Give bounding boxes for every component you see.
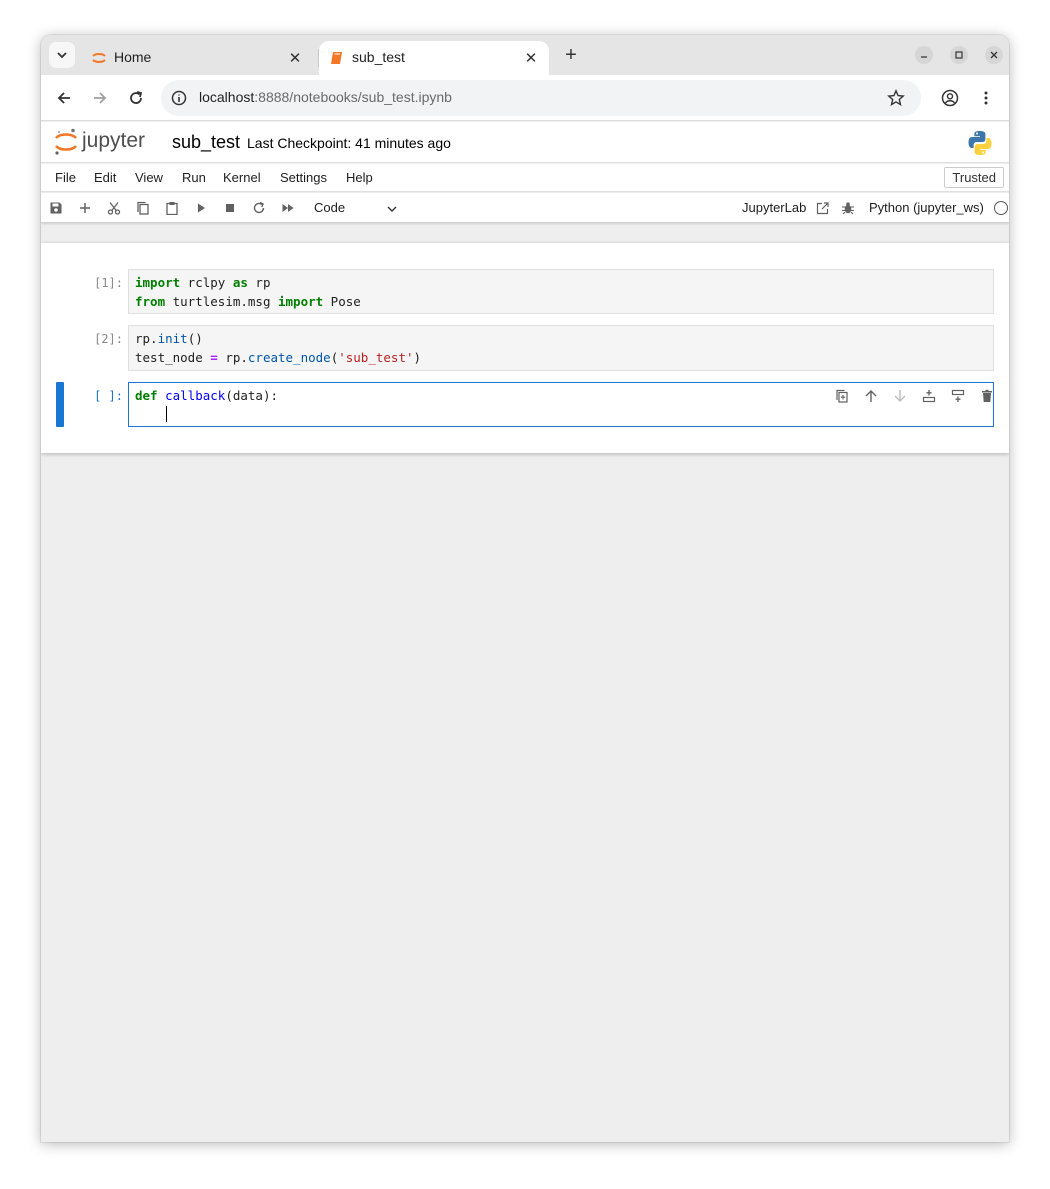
jupyter-logo[interactable]: jupyter — [53, 127, 163, 157]
arrow-up-icon — [865, 390, 877, 402]
address-bar[interactable]: localhost:8888/notebooks/sub_test.ipynb — [161, 80, 921, 116]
cell-prompt: [ ]: — [94, 389, 123, 403]
insert-above-button[interactable] — [921, 388, 937, 404]
insert-cell-button[interactable] — [77, 200, 93, 216]
tab-search-button[interactable] — [49, 42, 75, 68]
jupyterlab-link[interactable]: JupyterLab — [742, 200, 806, 215]
paste-icon — [166, 202, 178, 215]
tab-home[interactable]: Home ✕ — [81, 41, 313, 75]
stop-icon — [226, 204, 234, 212]
copy-button[interactable] — [135, 200, 151, 216]
duplicate-icon — [836, 389, 848, 403]
trash-icon — [982, 389, 992, 402]
url-text: localhost:8888/notebooks/sub_test.ipynb — [199, 89, 452, 105]
notebook-title[interactable]: sub_test — [172, 132, 240, 153]
external-link-icon[interactable] — [814, 200, 830, 216]
kernel-name[interactable]: Python (jupyter_ws) — [869, 200, 984, 215]
debugger-button[interactable] — [840, 200, 856, 216]
maximize-icon — [955, 51, 963, 59]
add-icon — [80, 203, 90, 213]
menu-bar: File Edit View Run Kernel Settings Help … — [41, 164, 1009, 192]
arrow-down-icon — [894, 390, 906, 402]
cell-collapser[interactable] — [56, 382, 64, 427]
back-button[interactable] — [53, 87, 75, 109]
profile-button[interactable] — [939, 87, 961, 109]
arrow-left-icon — [57, 92, 70, 104]
save-button[interactable] — [48, 200, 64, 216]
duplicate-cell-button[interactable] — [834, 388, 850, 404]
cell-type-select[interactable]: Code — [314, 200, 345, 215]
reload-icon — [130, 91, 143, 104]
tab-strip: Home ✕ sub_test ✕ + — [41, 35, 1009, 75]
arrow-right-icon — [94, 92, 107, 104]
cut-button[interactable] — [106, 200, 122, 216]
chevron-down-icon[interactable] — [385, 202, 399, 216]
menu-help[interactable]: Help — [346, 170, 373, 185]
chevron-down-icon — [57, 52, 67, 59]
info-icon[interactable] — [171, 90, 187, 106]
browser-window: Home ✕ sub_test ✕ + localhost:8888/noteb… — [41, 35, 1009, 1142]
menu-file[interactable]: File — [55, 170, 76, 185]
cell-prompt: [1]: — [94, 276, 123, 290]
url-path: :8888/notebooks/sub_test.ipynb — [254, 89, 452, 105]
jupyter-icon — [92, 53, 106, 63]
more-vert-icon — [984, 91, 988, 105]
insert-below-icon — [951, 389, 965, 402]
play-icon — [198, 203, 205, 213]
save-icon — [50, 202, 62, 214]
fast-forward-icon — [282, 204, 294, 212]
maximize-button[interactable] — [950, 46, 968, 64]
move-up-button[interactable] — [863, 388, 879, 404]
profile-icon — [941, 89, 959, 107]
minimize-icon — [921, 56, 927, 58]
window-close-button[interactable] — [985, 46, 1003, 64]
text-cursor — [166, 405, 167, 422]
paste-button[interactable] — [164, 200, 180, 216]
kernel-status-icon — [994, 201, 1008, 215]
notebook-panel: [1]: import rclpy as rp from turtlesim.m… — [41, 243, 1009, 453]
checkpoint-text: Last Checkpoint: 41 minutes ago — [247, 135, 451, 151]
tab-title: sub_test — [352, 49, 405, 65]
menu-settings[interactable]: Settings — [280, 170, 327, 185]
insert-below-button[interactable] — [950, 388, 966, 404]
code-editor[interactable]: import rclpy as rp from turtlesim.msg im… — [128, 269, 994, 314]
copy-icon — [137, 201, 149, 215]
close-icon — [990, 51, 998, 59]
restart-icon — [253, 201, 265, 214]
menu-button[interactable] — [975, 87, 997, 109]
forward-button[interactable] — [89, 87, 111, 109]
restart-button[interactable] — [251, 200, 267, 216]
notebook-toolbar: Code JupyterLab Python (jupyter_ws) — [41, 193, 1009, 223]
star-icon[interactable] — [887, 89, 905, 107]
run-button[interactable] — [193, 200, 209, 216]
cut-icon — [107, 202, 121, 215]
new-tab-button[interactable]: + — [561, 44, 581, 66]
insert-above-icon — [922, 390, 936, 403]
browser-toolbar: localhost:8888/notebooks/sub_test.ipynb — [41, 75, 1009, 121]
restart-run-all-button[interactable] — [280, 200, 296, 216]
interrupt-button[interactable] — [222, 200, 238, 216]
cell-toolbar — [834, 388, 995, 404]
minimize-button[interactable] — [915, 46, 933, 64]
jupyter-logo-text: jupyter — [81, 129, 145, 152]
menu-view[interactable]: View — [135, 170, 163, 185]
menu-run[interactable]: Run — [182, 170, 206, 185]
cell-prompt: [2]: — [94, 332, 123, 346]
trusted-indicator[interactable]: Trusted — [944, 167, 1004, 188]
reload-button[interactable] — [125, 87, 147, 109]
code-editor[interactable]: rp.init() test_node = rp.create_node('su… — [128, 325, 994, 371]
bug-icon — [842, 202, 854, 215]
menu-kernel[interactable]: Kernel — [223, 170, 261, 185]
python-icon — [968, 131, 992, 155]
jupyter-header: jupyter sub_test Last Checkpoint: 41 min… — [41, 122, 1009, 163]
close-icon[interactable]: ✕ — [523, 50, 539, 67]
tab-sub-test[interactable]: sub_test ✕ — [319, 41, 549, 75]
menu-edit[interactable]: Edit — [94, 170, 116, 185]
move-down-button[interactable] — [892, 388, 908, 404]
url-host: localhost — [199, 89, 255, 105]
tab-title: Home — [114, 49, 152, 65]
delete-cell-button[interactable] — [979, 388, 995, 404]
notebook-icon — [331, 52, 342, 64]
close-icon[interactable]: ✕ — [287, 50, 303, 67]
